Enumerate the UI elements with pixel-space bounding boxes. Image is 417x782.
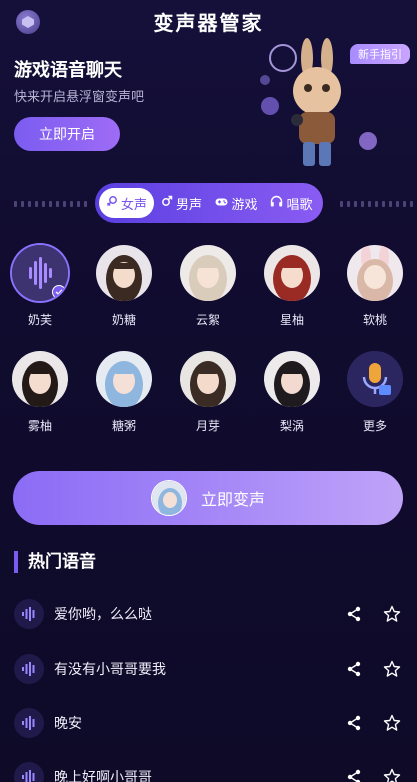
tab-sing[interactable]: 唱歌: [264, 188, 319, 218]
enable-float-button[interactable]: 立即开启: [14, 117, 120, 151]
voice-item[interactable]: 星柚: [260, 245, 324, 328]
avatar: [12, 245, 68, 301]
hot-voice-text: 晚安: [54, 716, 82, 732]
banner-title: 游戏语音聊天: [14, 60, 122, 81]
star-icon[interactable]: [380, 602, 404, 626]
voice-item[interactable]: 软桃: [343, 245, 407, 328]
tab-male[interactable]: 男声: [154, 188, 209, 218]
voice-item[interactable]: 云絮: [176, 245, 240, 328]
divider-dots-right: [340, 201, 413, 207]
voice-item[interactable]: 梨涡: [260, 351, 324, 434]
tab-label: 女声: [120, 197, 147, 213]
star-icon[interactable]: [380, 657, 404, 681]
share-icon[interactable]: [342, 602, 366, 626]
headphones-icon: [270, 195, 283, 211]
tab-label: 游戏: [231, 197, 258, 213]
voice-name: 糖粥: [111, 419, 136, 433]
avatar: [264, 245, 320, 301]
voice-name: 奶芙: [27, 313, 52, 327]
list-item[interactable]: 有没有小哥哥要我: [14, 652, 404, 686]
voice-item[interactable]: 奶芙: [8, 245, 72, 328]
tab-label: 唱歌: [286, 197, 313, 213]
tab-label: 男声: [175, 197, 202, 213]
hot-voices-title: 热门语音: [14, 551, 96, 573]
avatar: [96, 245, 152, 301]
share-icon[interactable]: [342, 711, 366, 735]
guide-badge[interactable]: 新手指引: [350, 44, 410, 64]
voice-name: 梨涡: [279, 419, 304, 433]
voice-name: 更多: [362, 419, 387, 433]
list-item[interactable]: 晚上好啊小哥哥: [14, 760, 404, 782]
star-icon[interactable]: [380, 765, 404, 782]
banner-subtitle: 快来开启悬浮窗变声吧: [14, 90, 145, 105]
sound-wave-icon: [14, 762, 44, 782]
category-tabs: 女声 男声 游戏 唱歌: [95, 183, 323, 223]
app-screen: 变声器管家 游戏语音聊天 快来开启悬浮窗变声吧 立即开启 新手指引 女声 男声 …: [0, 0, 417, 782]
sound-wave-icon: [14, 654, 44, 684]
avatar: [347, 245, 403, 301]
selected-voice-avatar: [150, 480, 187, 516]
list-item[interactable]: 爱你哟，么么哒: [14, 597, 404, 631]
voice-item[interactable]: 奶糖: [92, 245, 156, 328]
voice-item[interactable]: 糖粥: [92, 351, 156, 434]
avatar: [264, 351, 320, 407]
divider-dots-left: [14, 201, 87, 207]
list-item[interactable]: 晚安: [14, 706, 404, 740]
voice-name: 软桃: [362, 313, 387, 327]
tab-game[interactable]: 游戏: [209, 188, 264, 218]
avatar: [180, 245, 236, 301]
share-icon[interactable]: [342, 657, 366, 681]
more-mic-icon: [347, 351, 403, 407]
avatar: [180, 351, 236, 407]
voice-item[interactable]: 月芽: [176, 351, 240, 434]
male-icon: [161, 195, 173, 211]
hot-voice-text: 有没有小哥哥要我: [54, 662, 166, 678]
sound-wave-icon: [14, 599, 44, 629]
voice-item[interactable]: 雾柚: [8, 351, 72, 434]
voice-name: 星柚: [279, 313, 304, 327]
voice-name: 奶糖: [111, 313, 136, 327]
voice-name: 月芽: [195, 419, 220, 433]
tab-female[interactable]: 女声: [99, 188, 154, 218]
gamepad-icon: [215, 196, 228, 211]
voice-item-more[interactable]: 更多: [343, 351, 407, 434]
avatar: [96, 351, 152, 407]
change-voice-button[interactable]: 立即变声: [13, 471, 403, 525]
voice-name: 雾柚: [27, 419, 52, 433]
sound-wave-icon: [14, 708, 44, 738]
check-icon: [52, 285, 66, 299]
voice-name: 云絮: [195, 313, 220, 327]
star-icon[interactable]: [380, 711, 404, 735]
avatar: [12, 351, 68, 407]
share-icon[interactable]: [342, 765, 366, 782]
change-voice-label: 立即变声: [200, 490, 265, 509]
female-icon: [106, 195, 118, 211]
hot-voice-text: 晚上好啊小哥哥: [54, 770, 152, 782]
page-title: 变声器管家: [153, 11, 264, 35]
hot-voice-text: 爱你哟，么么哒: [54, 607, 152, 623]
header: 变声器管家: [0, 0, 417, 40]
